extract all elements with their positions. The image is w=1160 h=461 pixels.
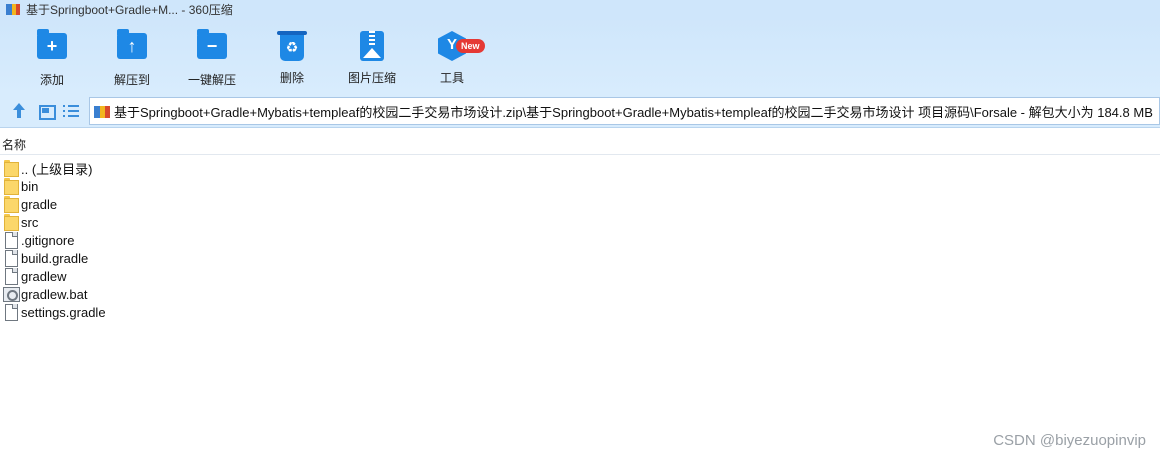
list-item-parent-directory[interactable]: .. (上级目录)	[3, 159, 403, 177]
file-list: .. (上级目录) bin gradle src .gitignore buil…	[3, 159, 403, 321]
image-compress-icon	[356, 31, 388, 63]
zip-file-icon	[94, 104, 110, 119]
list-item[interactable]: bin	[3, 177, 403, 195]
item-name: src	[21, 214, 39, 230]
recycle-bin-icon: ♻	[276, 31, 308, 63]
item-name: .. (上级目录)	[21, 161, 93, 177]
extract-to-button-label: 解压到	[113, 73, 150, 87]
extract-to-button[interactable]: ↑ 解压到	[92, 29, 172, 88]
window-title: 基于Springboot+Gradle+M... - 360压缩	[26, 2, 233, 17]
address-bar[interactable]: 基于Springboot+Gradle+Mybatis+templeaf的校园二…	[89, 97, 1160, 125]
folder-icon	[3, 196, 19, 213]
item-name: gradle	[21, 196, 58, 212]
item-name: bin	[21, 178, 39, 194]
delete-button[interactable]: ♻ 删除	[252, 30, 332, 86]
navigation-bar: 基于Springboot+Gradle+Mybatis+templeaf的校园二…	[0, 94, 1160, 128]
list-item[interactable]: gradlew	[3, 267, 403, 285]
image-compress-button-label: 图片压缩	[347, 71, 396, 85]
address-path: 基于Springboot+Gradle+Mybatis+templeaf的校园二…	[114, 104, 1153, 120]
image-compress-button[interactable]: 图片压缩	[332, 30, 412, 86]
item-name: .gitignore	[21, 232, 75, 248]
list-item[interactable]: gradlew.bat	[3, 285, 403, 303]
column-header-name[interactable]: 名称	[0, 137, 1160, 155]
watermark: CSDN @biyezuopinvip	[993, 432, 1146, 449]
list-item[interactable]: gradle	[3, 195, 403, 213]
one-click-extract-button[interactable]: − 一键解压	[172, 29, 252, 88]
list-item[interactable]: .gitignore	[3, 231, 403, 249]
extract-to-icon: ↑	[116, 29, 148, 65]
new-badge: New	[456, 39, 485, 53]
list-view-icon[interactable]	[63, 102, 81, 120]
file-icon	[3, 232, 18, 249]
file-icon	[3, 304, 18, 321]
file-icon	[3, 268, 18, 285]
list-item[interactable]: settings.gradle	[3, 303, 403, 321]
item-name: gradlew	[21, 268, 67, 284]
toolbar: + 添加 ↑ 解压到 − 一键解压 ♻ 删除 图片压缩 Y 工具 New	[0, 18, 1160, 94]
tools-button-label: 工具	[439, 71, 464, 85]
one-click-extract-icon: −	[196, 29, 228, 65]
item-name: settings.gradle	[21, 304, 106, 320]
thumbnail-view-icon[interactable]	[37, 102, 56, 120]
item-name: gradlew.bat	[21, 286, 88, 302]
list-item[interactable]: src	[3, 213, 403, 231]
add-button[interactable]: + 添加	[12, 29, 92, 88]
up-arrow-icon[interactable]	[10, 102, 28, 120]
folder-icon	[3, 214, 19, 231]
batch-file-icon	[3, 286, 20, 302]
one-click-extract-button-label: 一键解压	[187, 73, 236, 87]
delete-button-label: 删除	[279, 71, 304, 85]
folder-icon	[3, 160, 19, 177]
list-item[interactable]: build.gradle	[3, 249, 403, 267]
item-name: build.gradle	[21, 250, 89, 266]
folder-icon	[3, 178, 19, 195]
title-bar: 基于Springboot+Gradle+M... - 360压缩	[0, 0, 1160, 18]
file-icon	[3, 250, 18, 267]
add-button-label: 添加	[39, 73, 64, 87]
add-folder-icon: +	[36, 29, 68, 65]
zip-archive-icon	[6, 3, 20, 16]
